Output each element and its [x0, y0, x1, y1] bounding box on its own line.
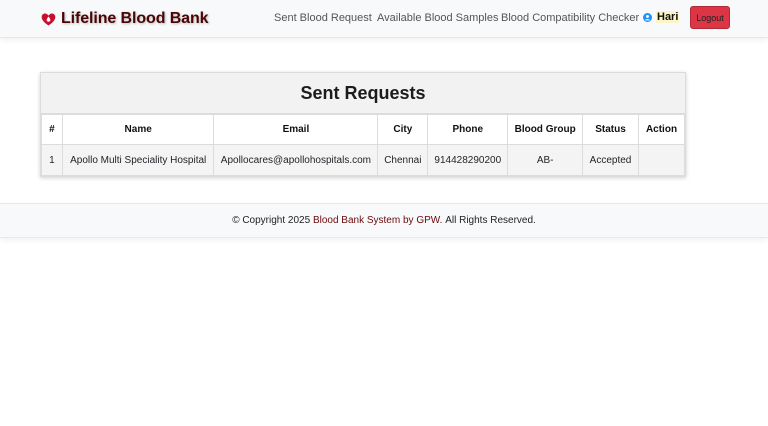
requests-table: # Name Email City Phone Blood Group Stat… — [41, 114, 686, 176]
user-icon — [643, 12, 652, 22]
navbar: Lifeline Blood Bank Sent Blood Request A… — [0, 0, 768, 38]
cell-city: Chennai — [377, 144, 429, 176]
table-row: 1 Apollo Multi Speciality Hospital Apoll… — [41, 144, 686, 176]
col-header-name: Name — [61, 114, 215, 145]
col-header-index: # — [41, 114, 63, 145]
table-header-row: # Name Email City Phone Blood Group Stat… — [41, 114, 686, 145]
col-header-phone: Phone — [427, 114, 509, 145]
nav-sent-blood-request[interactable]: Sent Blood Request — [274, 12, 372, 24]
cell-index: 1 — [41, 144, 63, 176]
sent-requests-title: Sent Requests — [41, 73, 685, 114]
cell-status: Accepted — [582, 144, 639, 176]
col-header-action: Action — [637, 114, 686, 145]
footer: © Copyright 2025 Blood Bank System by GP… — [0, 203, 768, 238]
footer-rights: All Rights Reserved. — [445, 215, 536, 226]
col-header-email: Email — [213, 114, 379, 145]
footer-copyright: © Copyright 2025 — [232, 215, 311, 226]
user-menu[interactable]: Hari — [643, 11, 680, 23]
logout-button[interactable]: Logout — [690, 6, 730, 29]
nav-blood-compatibility-checker[interactable]: Blood Compatibility Checker — [501, 12, 639, 24]
nav-available-blood-samples[interactable]: Available Blood Samples — [377, 12, 498, 24]
cell-phone: 914428290200 — [427, 144, 509, 176]
footer-system-name: Blood Bank System by GPW. — [312, 215, 443, 226]
cell-name: Apollo Multi Speciality Hospital — [61, 144, 215, 176]
brand-name: Lifeline Blood Bank — [61, 10, 209, 27]
cell-action — [637, 144, 686, 176]
blood-drop-hand-icon — [41, 13, 56, 25]
col-header-status: Status — [582, 114, 639, 145]
cell-blood-group: AB- — [507, 144, 584, 176]
brand-link[interactable]: Lifeline Blood Bank — [40, 8, 209, 30]
col-header-blood-group: Blood Group — [507, 114, 584, 145]
col-header-city: City — [377, 114, 429, 145]
cell-email: Apollocares@apollohospitals.com — [213, 144, 379, 176]
sent-requests-card: Sent Requests # Name Email City Phone Bl… — [40, 72, 686, 177]
user-name: Hari — [656, 11, 680, 23]
